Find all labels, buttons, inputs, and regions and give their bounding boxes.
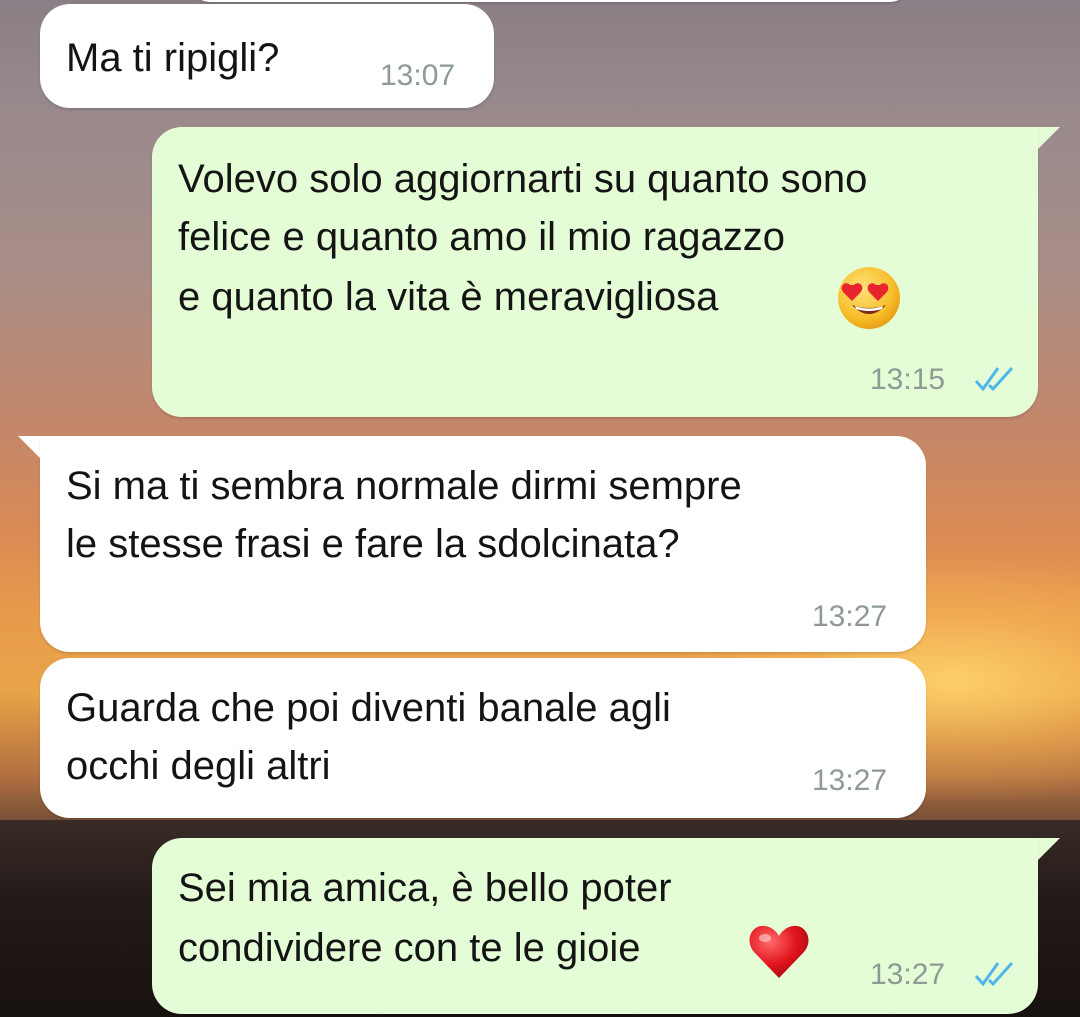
message-time: 13:15 — [870, 363, 946, 396]
red-heart-emoji — [746, 918, 812, 989]
message-bubble-incoming[interactable]: Ma ti ripigli? 13:07 — [40, 4, 494, 108]
message-text: Ma ti ripigli? — [66, 36, 280, 80]
message-bubble-outgoing[interactable]: Volevo solo aggiornarti su quanto sono f… — [152, 127, 1038, 417]
message-text-line: Volevo solo aggiornarti su quanto sono — [178, 157, 868, 201]
message-text-line: condividere con te le gioie — [178, 926, 641, 970]
message-text-line: felice e quanto amo il mio ragazzo — [178, 215, 785, 259]
message-time: 13:07 — [380, 59, 456, 92]
message-time: 13:27 — [812, 600, 888, 633]
message-bubble-outgoing[interactable]: Sei mia amica, è bello poter condividere… — [152, 838, 1038, 1014]
message-text-line: occhi degli altri — [66, 744, 331, 788]
message-time: 13:27 — [812, 764, 888, 797]
double-check-read-icon — [972, 363, 1018, 400]
message-text-line: Guarda che poi diventi banale agli — [66, 686, 671, 730]
double-check-read-icon — [972, 958, 1018, 995]
message-text-line: Sei mia amica, è bello poter — [178, 866, 672, 910]
heart-eyes-emoji — [836, 265, 902, 336]
message-bubble-incoming[interactable]: Si ma ti sembra normale dirmi sempre le … — [40, 436, 926, 652]
message-time: 13:27 — [870, 958, 946, 991]
previous-message-bubble-edge — [190, 0, 910, 2]
message-text-line: e quanto la vita è meravigliosa — [178, 275, 719, 319]
message-text-line: le stesse frasi e fare la sdolcinata? — [66, 522, 680, 566]
message-text-line: Si ma ti sembra normale dirmi sempre — [66, 464, 742, 508]
message-bubble-incoming[interactable]: Guarda che poi diventi banale agli occhi… — [40, 658, 926, 818]
